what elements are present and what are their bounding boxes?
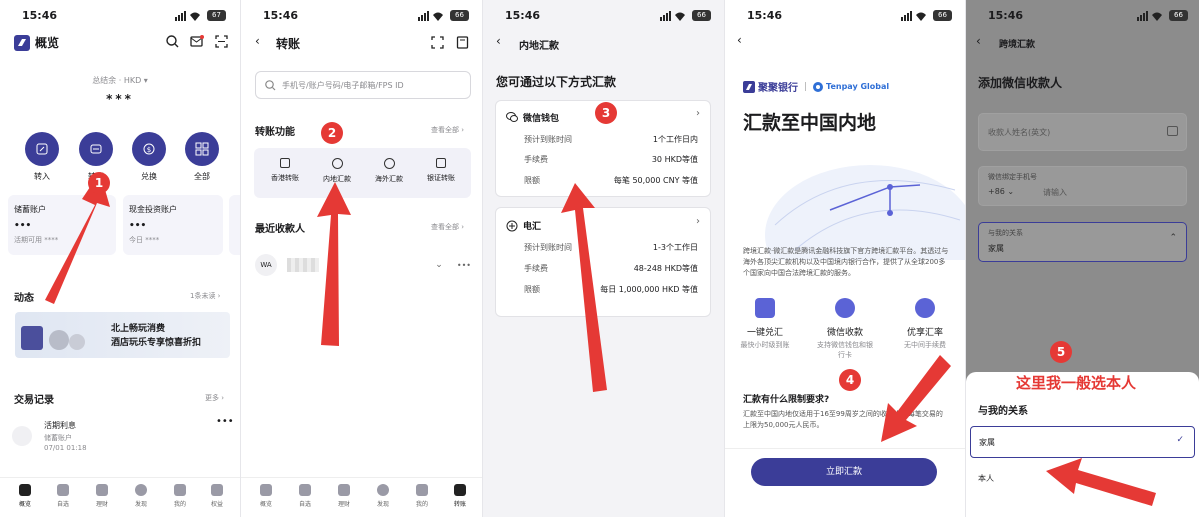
screenshot-collage: 15:46 67 概览 总结余 · HKD ▾ *** 转入 转账 $ 兑换 全… [0, 0, 1199, 517]
step-marker-4: 4 [839, 369, 861, 391]
mainland-remit-screen: 15:46 66 ‹ 内地汇款 您可通过以下方式汇款 微信钱包 › 预计到账时间… [482, 0, 724, 517]
annotation-arrow [317, 182, 351, 346]
tenpay-landing-screen: 15:46 66 ‹ 聚聚银行 | Tenpay Global 汇款至中国内地 … [724, 0, 965, 517]
annotation-arrow [1046, 458, 1156, 506]
transfer-screen: 15:46 66 ‹ 转账 手机号/账户号码/电子邮箱/FPS ID 转账功能 … [240, 0, 482, 517]
annotation-arrow [881, 355, 951, 442]
annotation-arrow [45, 172, 110, 304]
add-recipient-screen: 15:46 66 ‹ 跨境汇款 添加微信收款人 收款人姓名(英文) 微信绑定手机… [965, 0, 1199, 517]
step-marker-2: 2 [321, 122, 343, 144]
step-marker-3: 3 [595, 102, 617, 124]
annotation-arrow [561, 183, 607, 392]
overview-screen: 15:46 67 概览 总结余 · HKD ▾ *** 转入 转账 $ 兑换 全… [0, 0, 240, 517]
step-marker-5: 5 [1050, 341, 1072, 363]
step-marker-1: 1 [88, 172, 110, 194]
